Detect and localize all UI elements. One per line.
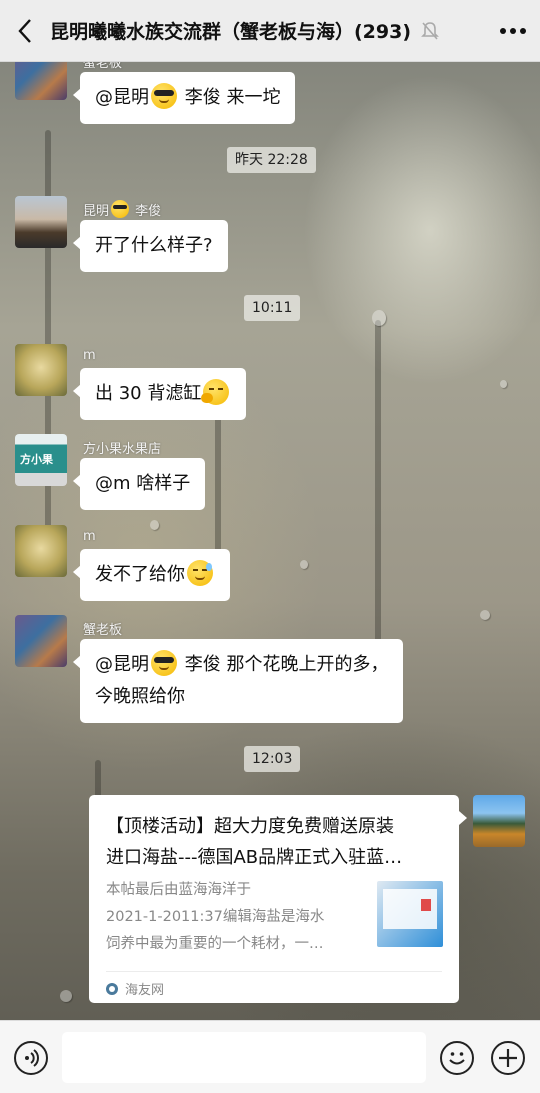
message-text: 出 30 背滤缸 [95,383,202,404]
message-bubble[interactable]: 出 30 背滤缸 [72,368,247,420]
avatar[interactable] [15,615,67,667]
chat-header: 昆明曦曦水族交流群（蟹老板与海）(293) [0,0,540,62]
message-text: 今晚照给你 [95,686,185,707]
message-input[interactable] [62,1032,426,1083]
sunglasses-emoji-icon [151,83,177,109]
message-text: @昆明 [95,87,149,108]
timestamp: 10:11 [244,295,301,321]
sender-name: 昆明 李俊 [83,200,161,219]
link-card[interactable]: 【顶楼活动】超大力度免费赠送原装 进口海盐---德国AB品牌正式入驻蓝… 本帖最… [89,795,467,1003]
source-logo-icon [106,982,118,995]
voice-icon [25,1049,39,1067]
message-bubble[interactable]: 开了什么样子? [73,220,228,272]
avatar[interactable] [15,196,67,248]
message-text: @昆明 [95,654,149,675]
message-bubble[interactable]: @m 啥样子 [72,458,206,510]
link-card-thumbnail [377,881,443,947]
back-button[interactable] [0,0,50,62]
plus-icon [499,1049,517,1067]
chat-message-list[interactable]: 蟹老板 @昆明 李俊 来一坨 昨天 22:28 昆明 李俊 开了什么样子? 10… [0,62,540,1020]
message-text: 李俊 那个花晚上开的多， [184,654,389,675]
avatar[interactable]: 方小果 [15,434,67,486]
my-avatar[interactable] [473,795,525,847]
link-card-description: 本帖最后由蓝海海洋于 2021-1-2011:37编辑海盐是海水 饲养中最为重要… [106,882,325,952]
more-button[interactable] [498,18,528,44]
divider [106,971,442,972]
bell-muted-icon [417,0,443,62]
input-bar [0,1020,540,1093]
timestamp: 昨天 22:28 [227,147,316,173]
plus-button[interactable] [491,1041,525,1075]
message-text: 李俊 来一坨 [184,87,281,108]
message-bubble[interactable]: @昆明 李俊 那个花晚上开的多， 今晚照给你 [72,639,404,723]
message-text: 开了什么样子? [95,235,213,256]
avatar[interactable] [15,62,67,100]
message-text: @m 啥样子 [95,473,191,494]
sweat-emoji-icon [187,560,213,586]
chevron-left-icon [18,18,31,43]
sender-name: m [83,348,96,363]
message-bubble[interactable]: 发不了给你 [73,549,230,601]
timestamp: 12:03 [244,746,301,772]
avatar[interactable] [15,344,67,396]
message-text: 发不了给你 [95,564,185,585]
sunglasses-emoji-icon [151,650,177,676]
emoji-button[interactable] [440,1041,474,1075]
more-dots-icon [500,28,526,34]
sender-name: 蟹老板 [83,623,123,638]
voice-button[interactable] [14,1041,48,1075]
link-card-title: 【顶楼活动】超大力度免费赠送原装 进口海盐---德国AB品牌正式入驻蓝… [106,816,403,868]
message-bubble[interactable]: @昆明 李俊 来一坨 [72,72,296,124]
avatar[interactable] [15,525,67,577]
sender-name: 方小果水果店 [83,442,162,457]
link-card-source: 海友网 [106,979,164,998]
thinking-emoji-icon [201,379,230,405]
smiley-icon [449,1052,465,1065]
sender-name: m [83,529,96,544]
sunglasses-emoji-icon [111,200,130,218]
sender-name: 蟹老板 [83,62,123,71]
chat-title: 昆明曦曦水族交流群（蟹老板与海）(293) [50,21,412,43]
